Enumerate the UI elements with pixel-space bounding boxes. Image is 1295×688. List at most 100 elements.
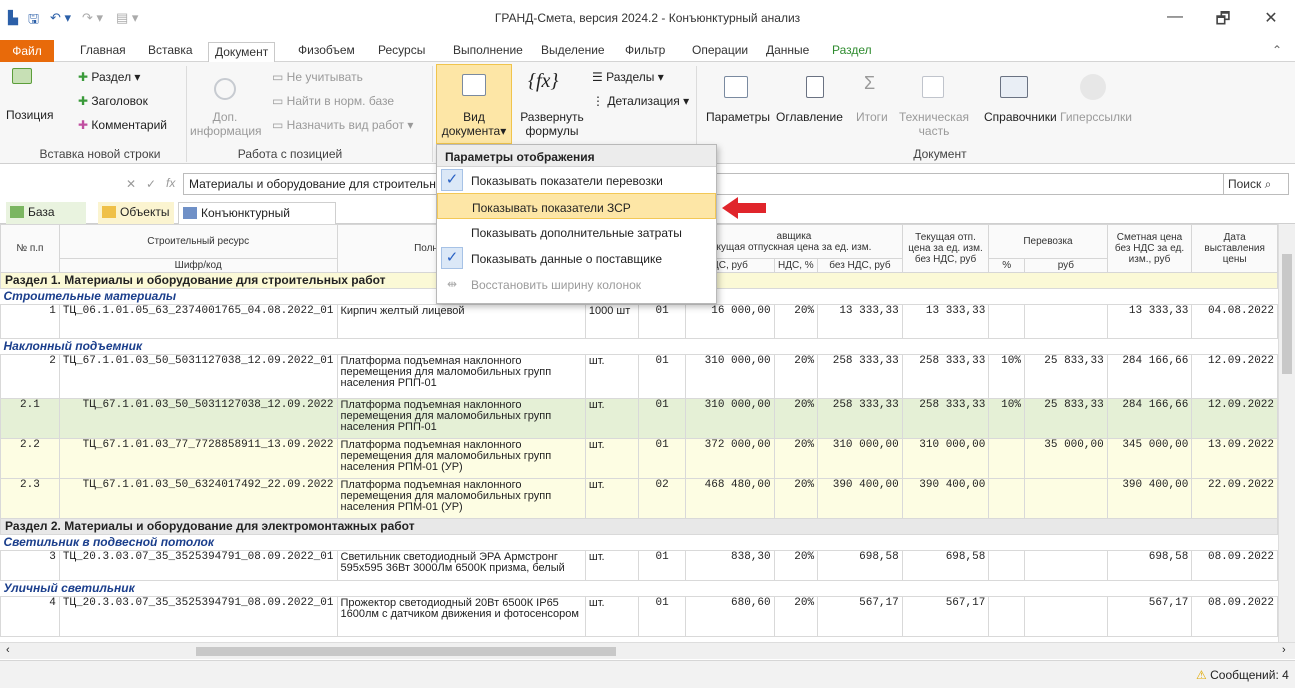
cell-num: 4	[0, 596, 60, 637]
tab-execution[interactable]: Выполнение	[453, 43, 523, 57]
tab-file[interactable]: Файл	[0, 40, 54, 62]
tab-filter[interactable]: Фильтр	[625, 43, 665, 57]
col-est-price[interactable]: Сметная цена без НДС за ед. изм., руб	[1106, 224, 1193, 273]
col-tr-rub[interactable]: руб	[1023, 258, 1108, 273]
tab-data[interactable]: Данные	[766, 43, 809, 57]
table-row[interactable]: 4 ТЦ_20.3.03.07_35_3525394791_08.09.2022_…	[0, 596, 1278, 637]
menu-item-transport[interactable]: ✓ Показывать показатели перевозки	[437, 167, 716, 193]
parameters-button[interactable]: Параметры	[706, 110, 770, 124]
tab-market-analysis[interactable]: Конъюнктурный анализ ×	[178, 202, 336, 234]
table-row[interactable]: 3 ТЦ_20.3.03.07_35_3525394791_08.09.2022_…	[0, 550, 1278, 581]
vertical-scroll-thumb[interactable]	[1282, 254, 1292, 374]
ignore-button[interactable]: ▭ Не учитывать	[272, 70, 363, 84]
table-row[interactable]: 1 ТЦ_06.1.01.05_63_2374001765_04.08.2022_…	[0, 304, 1278, 339]
info-label-1: Доп.	[212, 110, 238, 124]
group-row[interactable]: Уличный светильник	[0, 580, 1278, 597]
tab-resources[interactable]: Ресурсы	[378, 43, 425, 57]
cell-nds: 20%	[773, 438, 819, 479]
info-label-2: информация	[190, 124, 262, 138]
cell-unit: 1000 шт	[584, 304, 640, 339]
insert-heading-button[interactable]: ✚ Заголовок	[78, 94, 148, 108]
table-row[interactable]: 2.2 ТЦ_67.1.01.03_77_7728858911_13.09.202…	[0, 438, 1278, 479]
menu-item-supplier[interactable]: ✓ Показывать данные о поставщике	[437, 245, 716, 271]
vertical-scrollbar[interactable]	[1278, 224, 1295, 642]
collapse-ribbon-icon[interactable]: ⌃	[1272, 43, 1282, 57]
col-num[interactable]: № п.п	[0, 224, 60, 273]
tab-insert[interactable]: Вставка	[148, 43, 193, 57]
cell-code: ТЦ_67.1.01.03_77_7728858911_13.09.2022	[58, 438, 338, 479]
toc-button[interactable]: Оглавление	[776, 110, 843, 124]
cell-name: Платформа подъемная наклонного перемещен…	[336, 438, 586, 479]
scroll-right-icon[interactable]: ›	[1282, 644, 1286, 656]
sections-dropdown[interactable]: ☰ Разделы ▾	[592, 70, 664, 84]
toc-icon	[806, 76, 824, 98]
col-transport[interactable]: Перевозка	[988, 224, 1108, 259]
cell-code: ТЦ_67.1.01.03_50_5031127038_12.09.2022_0…	[58, 354, 338, 399]
menu-item-label: Восстановить ширину колонок	[471, 278, 641, 292]
comment-icon: ✚	[78, 118, 89, 132]
cell-name: Платформа подъемная наклонного перемещен…	[336, 354, 586, 399]
tab-section[interactable]: Раздел	[832, 43, 872, 57]
tab-operations[interactable]: Операции	[692, 43, 748, 57]
section-row[interactable]: Раздел 2. Материалы и оборудование для э…	[0, 518, 1278, 535]
expand-formulas-button[interactable]: Развернуть формулы	[514, 110, 590, 138]
assign-work-type-button[interactable]: ▭ Назначить вид работ ▾	[272, 118, 413, 132]
search-box[interactable]: Поиск ⌕	[1223, 173, 1289, 195]
scroll-left-icon[interactable]: ‹	[6, 644, 10, 656]
group-row[interactable]: Светильник в подвесной потолок	[0, 534, 1278, 551]
cell-name: Прожектор светодиодный 20Вт 6500К IP65 1…	[336, 596, 586, 637]
detail-label: Детализация	[607, 94, 680, 108]
insert-comment-button[interactable]: ✚ Комментарий	[78, 118, 167, 132]
tab-selection[interactable]: Выделение	[541, 43, 605, 57]
accept-icon[interactable]: ✓	[146, 177, 156, 191]
cell-nds: 20%	[773, 398, 819, 439]
formula-input[interactable]: Материалы и оборудование для строительны…	[183, 173, 1274, 195]
hyperlinks-button[interactable]: Гиперссылки	[1060, 110, 1132, 124]
group-row[interactable]: Наклонный подъемник	[0, 338, 1278, 355]
find-in-base-button[interactable]: ▭ Найти в норм. базе	[272, 94, 394, 108]
cell-est: 284 166,66	[1106, 398, 1193, 439]
col-nds[interactable]: НДС, %	[773, 258, 819, 273]
cell-trr	[1023, 478, 1108, 519]
col-current-price[interactable]: Текущая отп. цена за ед. изм. без НДС, р…	[901, 224, 990, 273]
tab-document[interactable]: Документ	[208, 42, 276, 63]
table-row[interactable]: 2.1 ТЦ_67.1.01.03_50_5031127038_12.09.202…	[0, 398, 1278, 439]
totals-button[interactable]: Итоги	[856, 110, 888, 124]
horizontal-scroll-thumb[interactable]	[196, 647, 616, 656]
menu-header: Параметры отображения	[437, 145, 716, 167]
tab-home[interactable]: Главная	[80, 43, 126, 57]
col-tr-pct[interactable]: %	[988, 258, 1025, 273]
tab-base[interactable]: База	[6, 202, 86, 224]
menu-item-label: Показывать данные о поставщике	[471, 252, 662, 266]
cell-num: 2.2	[0, 438, 60, 479]
insert-section-button[interactable]: ✚ Раздел ▾	[78, 70, 140, 84]
search-label: Поиск	[1228, 177, 1262, 191]
col-code[interactable]: Шифр/код	[58, 258, 338, 273]
menu-item-zsr[interactable]: Показывать показатели ЗСР	[437, 193, 716, 219]
table-row[interactable]: 2 ТЦ_67.1.01.03_50_5031127038_12.09.2022_…	[0, 354, 1278, 399]
references-button[interactable]: Справочники	[984, 110, 1057, 124]
additional-info-button[interactable]: Доп. информация	[190, 110, 262, 138]
restore-button[interactable]: 🗗	[1200, 8, 1246, 32]
cell-unit: шт.	[584, 438, 640, 479]
cell-unit: шт.	[584, 398, 640, 439]
minimize-button[interactable]: —	[1152, 8, 1198, 32]
menu-item-additional-costs[interactable]: Показывать дополнительные затраты	[437, 219, 716, 245]
insert-position-button[interactable]: Позиция	[6, 108, 53, 122]
table-row[interactable]: 2.3 ТЦ_67.1.01.03_50_6324017492_22.09.202…	[0, 478, 1278, 519]
cell-nonds: 567,17	[817, 596, 903, 637]
tab-volume[interactable]: Физобъем	[298, 43, 355, 57]
detail-dropdown[interactable]: ⋮ Детализация ▾	[592, 94, 689, 108]
horizontal-scrollbar[interactable]: ‹ ›	[0, 642, 1295, 659]
menu-item-restore-width[interactable]: ⇹ Восстановить ширину колонок	[437, 271, 716, 297]
col-no-nds[interactable]: без НДС, руб	[817, 258, 903, 273]
col-supplier[interactable]: авщика кущая отпускная цена за ед. изм.	[685, 224, 903, 259]
cancel-icon[interactable]: ✕	[126, 177, 136, 191]
tech-part-button[interactable]: Техническая часть	[894, 110, 974, 138]
tab-objects[interactable]: Объекты	[98, 202, 174, 224]
close-button[interactable]: ✕	[1248, 8, 1294, 32]
col-date[interactable]: Дата выставления цены	[1191, 224, 1278, 273]
col-resource[interactable]: Строительный ресурс	[58, 224, 338, 259]
messages-indicator[interactable]: ⚠ Сообщений: 4	[1196, 668, 1289, 682]
cell-est: 345 000,00	[1106, 438, 1193, 479]
